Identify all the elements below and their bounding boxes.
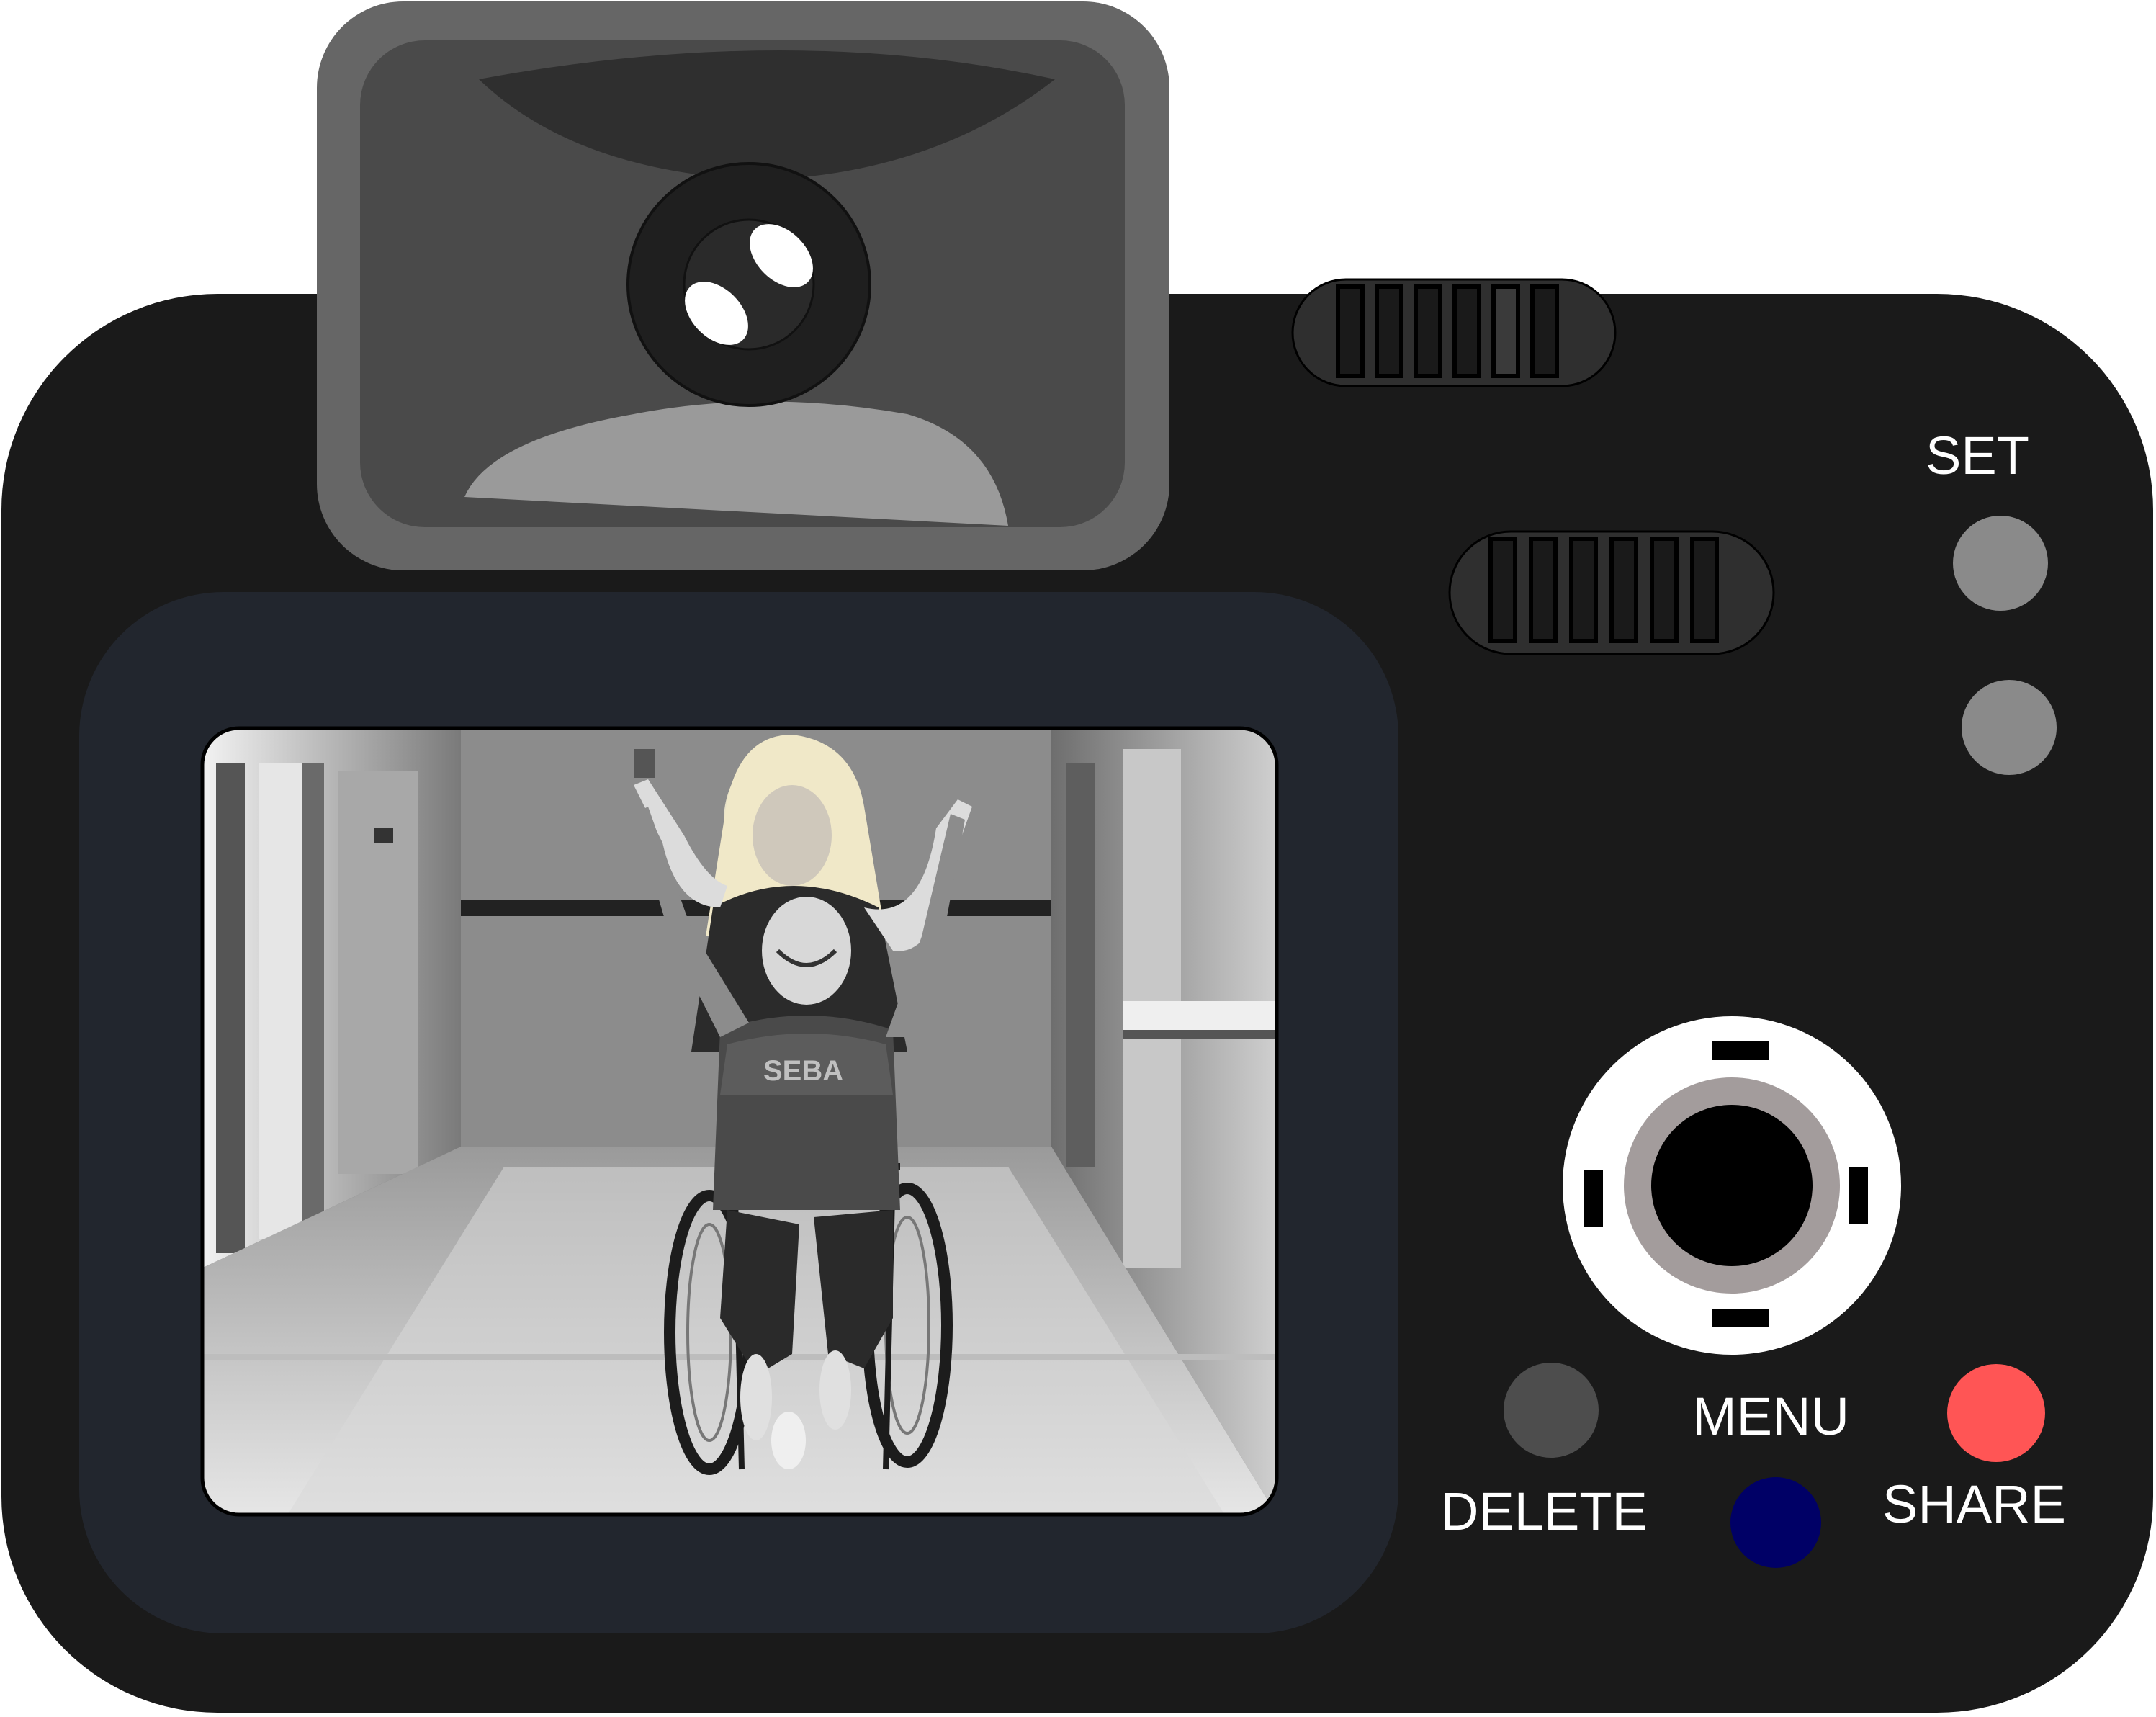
share-button[interactable] [1947,1364,2045,1462]
shirt-print: SEBA [763,1055,843,1087]
screen-photo: SEBA [203,729,1276,1514]
delete-button[interactable] [1504,1363,1599,1458]
lcd-screen: SEBA [200,726,1279,1517]
dpad-down-icon[interactable] [1712,1309,1769,1327]
camera-illustration: SET SEBA MENU DELETE SHARE [1,1,2153,1713]
dpad-center-button[interactable] [1651,1105,1813,1266]
share-label: SHARE [1882,1474,2066,1534]
dpad-right-icon[interactable] [1849,1167,1868,1224]
dpad-up-icon[interactable] [1712,1041,1769,1060]
dpad[interactable] [1563,1016,1901,1355]
set-button[interactable] [1953,516,2048,611]
menu-label: MENU [1692,1386,1849,1446]
delete-label: DELETE [1440,1481,1648,1541]
dpad-left-icon[interactable] [1584,1170,1603,1227]
set-label: SET [1926,426,2029,485]
viewfinder [317,1,1169,570]
secondary-button[interactable] [1962,680,2057,775]
rear-dial[interactable] [1448,530,1775,655]
menu-button[interactable] [1730,1477,1821,1568]
top-dial[interactable] [1291,278,1617,387]
